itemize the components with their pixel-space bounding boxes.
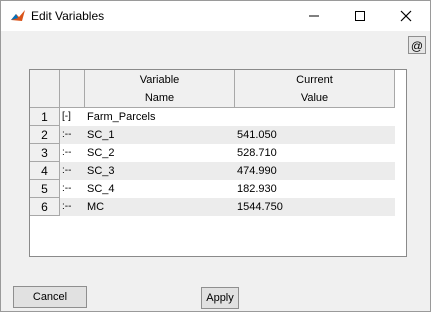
row-number: 4 bbox=[30, 162, 60, 180]
row-number: 2 bbox=[30, 126, 60, 144]
minimize-icon bbox=[309, 15, 319, 17]
at-button[interactable]: @ bbox=[408, 36, 426, 54]
close-button[interactable] bbox=[383, 1, 429, 31]
maximize-icon bbox=[355, 11, 365, 21]
value-cell[interactable]: 474.990 bbox=[235, 162, 395, 180]
variable-name-cell[interactable]: MC bbox=[85, 198, 235, 216]
current-value-header[interactable]: Current Value bbox=[235, 70, 395, 108]
value-cell[interactable] bbox=[235, 108, 395, 126]
title-bar: Edit Variables bbox=[1, 1, 430, 31]
current-value-header-line1: Current bbox=[296, 74, 333, 86]
tree-connector: :-- bbox=[62, 147, 72, 158]
maximize-button[interactable] bbox=[337, 1, 383, 31]
tree-connector: :-- bbox=[60, 162, 85, 180]
tree-toggle[interactable]: [-] bbox=[60, 108, 85, 126]
row-number: 1 bbox=[30, 108, 60, 126]
window-title: Edit Variables bbox=[31, 9, 105, 23]
tree-connector: :-- bbox=[60, 198, 85, 216]
row-number: 5 bbox=[30, 180, 60, 198]
current-value-header-line2: Value bbox=[300, 92, 329, 104]
variable-name-cell[interactable]: SC_1 bbox=[85, 126, 235, 144]
tree-connector: :-- bbox=[60, 126, 85, 144]
value-cell[interactable]: 182.930 bbox=[235, 180, 395, 198]
tree-header bbox=[60, 70, 85, 108]
edit-variables-dialog: Edit Variables @ Variable Name Current V… bbox=[0, 0, 431, 312]
value-cell[interactable]: 1544.750 bbox=[235, 198, 395, 216]
variable-name-header-line1: Variable bbox=[139, 74, 180, 86]
variable-name-cell[interactable]: SC_3 bbox=[85, 162, 235, 180]
value-cell[interactable]: 528.710 bbox=[235, 144, 395, 162]
variable-name-cell[interactable]: SC_4 bbox=[85, 180, 235, 198]
tree-connector: :-- bbox=[62, 183, 72, 194]
variable-name-cell[interactable]: SC_2 bbox=[85, 144, 235, 162]
value-cell[interactable]: 541.050 bbox=[235, 126, 395, 144]
matlab-app-icon bbox=[10, 8, 26, 24]
row-number: 3 bbox=[30, 144, 60, 162]
variable-name-header-line2: Name bbox=[144, 92, 175, 104]
close-icon bbox=[400, 10, 412, 22]
corner-header bbox=[30, 70, 60, 108]
row-number: 6 bbox=[30, 198, 60, 216]
apply-button[interactable]: Apply bbox=[201, 287, 239, 309]
cancel-button[interactable]: Cancel bbox=[13, 286, 87, 308]
variable-name-cell[interactable]: Farm_Parcels bbox=[85, 108, 235, 126]
variables-table: Variable Name Current Value 1 [-] Farm_P… bbox=[29, 69, 407, 257]
variable-name-header[interactable]: Variable Name bbox=[85, 70, 235, 108]
minimize-button[interactable] bbox=[291, 1, 337, 31]
